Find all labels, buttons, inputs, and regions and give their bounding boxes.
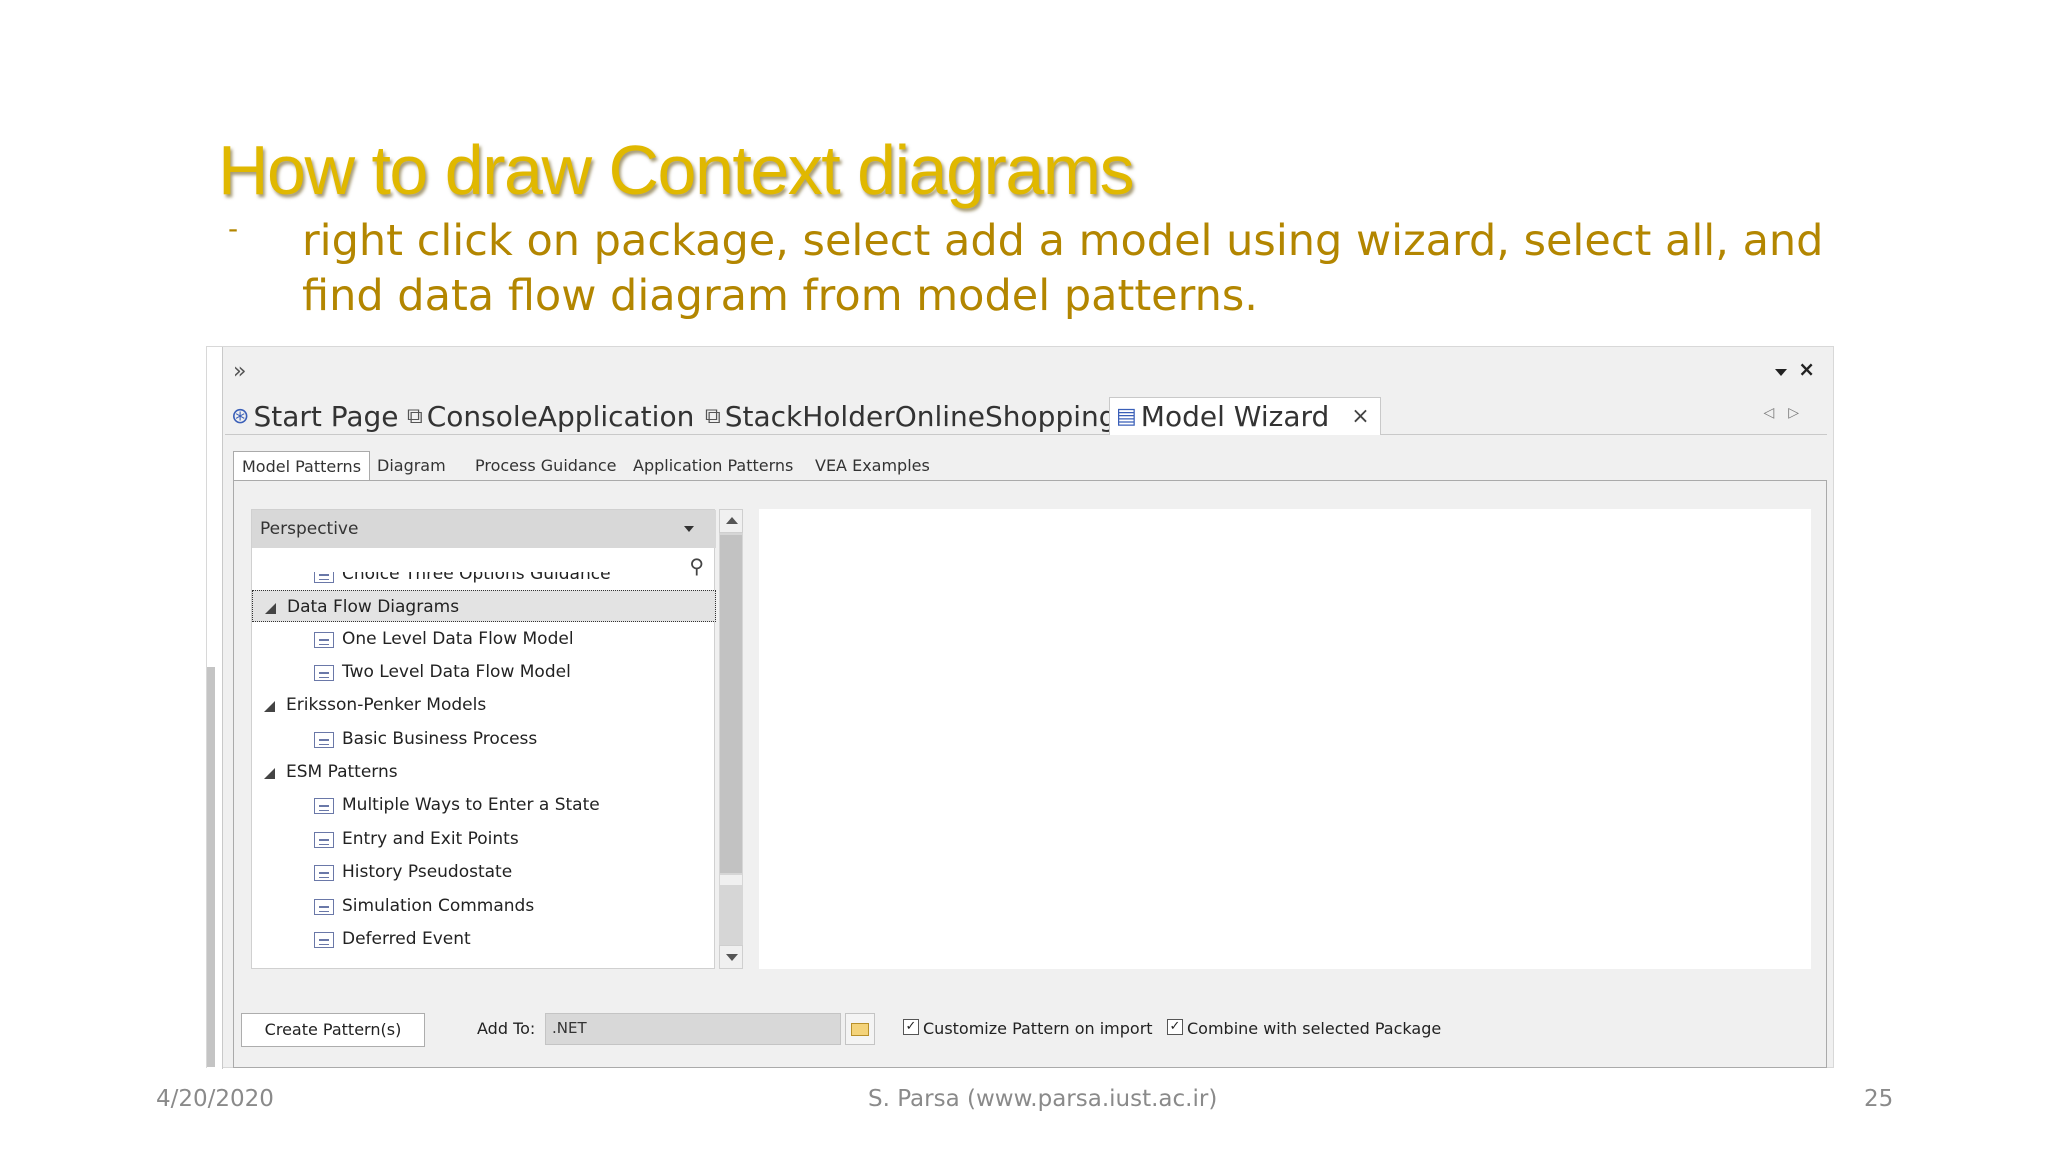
tab-vea-examples[interactable]: VEA Examples (815, 451, 930, 481)
tab-application-patterns[interactable]: Application Patterns (633, 451, 793, 481)
expanded-triangle-icon[interactable] (264, 768, 275, 779)
tree-item-simulation-commands[interactable]: Simulation Commands (252, 890, 716, 922)
pattern-icon (314, 572, 334, 583)
expanded-triangle-icon[interactable] (264, 701, 275, 712)
tree-item-choice-three-options-guidance[interactable]: Choice Three Options Guidance (252, 572, 716, 590)
perspective-dropdown[interactable]: Perspective (252, 510, 716, 548)
wizard-bottom-bar: Create Pattern(s) Add To: .NET ✓ Customi… (233, 1007, 1813, 1051)
tree-group-esm-patterns[interactable]: ESM Patterns (252, 756, 716, 788)
left-dock-strip (207, 347, 223, 1069)
folder-icon (851, 1023, 869, 1036)
scroll-down-icon[interactable] (719, 945, 743, 969)
tree-item-label: Two Level Data Flow Model (342, 662, 571, 682)
tree-group-label: ESM Patterns (286, 762, 398, 782)
tab-label: ConsoleApplication (426, 399, 695, 433)
pattern-tree: Choice Three Options Guidance Data Flow … (252, 572, 716, 968)
combine-package-checkbox[interactable]: ✓ (1167, 1019, 1183, 1035)
tab-label: Start Page (253, 399, 399, 433)
tab-model-wizard[interactable]: ▤ Model Wizard × (1109, 397, 1381, 435)
create-patterns-button[interactable]: Create Pattern(s) (241, 1013, 425, 1047)
slide-body-text: right click on package, select add a mod… (302, 216, 1824, 321)
tree-item-deferred-event[interactable]: Deferred Event (252, 923, 716, 955)
combine-package-label: Combine with selected Package (1187, 1019, 1442, 1038)
close-panel-icon[interactable]: × (1798, 357, 1815, 381)
browse-package-button[interactable] (845, 1013, 875, 1045)
tree-group-label: Data Flow Diagrams (287, 597, 460, 617)
perspective-label: Perspective (260, 519, 359, 539)
customize-pattern-checkbox[interactable]: ✓ (903, 1019, 919, 1035)
tab-model-patterns[interactable]: Model Patterns (233, 451, 371, 481)
tree-item-multiple-ways-to-enter-a-state[interactable]: Multiple Ways to Enter a State (252, 789, 716, 821)
expand-panel-icon[interactable]: » (233, 359, 246, 384)
document-tabs: ⊛ Start Page ⧉ ConsoleApplication ⧉ Stac… (225, 395, 1827, 435)
model-wizard-icon: ▤ (1116, 404, 1137, 429)
close-tab-icon[interactable]: × (1351, 404, 1369, 429)
tree-item-entry-and-exit-points[interactable]: Entry and Exit Points (252, 823, 716, 855)
tree-item-label: Simulation Commands (342, 896, 535, 916)
diagram-icon: ⧉ (407, 403, 423, 429)
tree-item-label: Multiple Ways to Enter a State (342, 795, 600, 815)
tab-diagram[interactable]: Diagram (377, 451, 446, 481)
panel-dropdown-icon[interactable] (1775, 369, 1787, 376)
tree-item-two-level-data-flow-model[interactable]: Two Level Data Flow Model (252, 656, 716, 688)
pattern-icon (314, 665, 334, 681)
tree-item-history-pseudostate[interactable]: History Pseudostate (252, 856, 716, 888)
footer-date: 4/20/2020 (156, 1086, 274, 1112)
tree-item-label: Deferred Event (342, 929, 471, 949)
tab-scroll-arrows-icon[interactable]: ◁▷ (1763, 405, 1813, 421)
slide-title: How to draw Context diagrams (218, 131, 1135, 209)
tab-label: StackHolderOnlineShopping (724, 399, 1117, 433)
scroll-thumb[interactable] (720, 535, 742, 873)
tab-start-page[interactable]: ⊛ Start Page (231, 397, 399, 435)
add-to-field[interactable]: .NET (545, 1013, 841, 1045)
diagram-icon: ⧉ (705, 403, 721, 429)
tree-item-label: History Pseudostate (342, 862, 513, 882)
model-wizard-screenshot: » × ⊛ Start Page ⧉ ConsoleApplication ⧉ … (206, 346, 1834, 1069)
bullet-marker: - (228, 212, 239, 245)
pattern-icon (314, 865, 334, 881)
tab-label: Model Wizard (1140, 400, 1330, 433)
expanded-triangle-icon[interactable] (265, 603, 276, 614)
pattern-icon (314, 632, 334, 648)
add-to-label: Add To: (477, 1019, 536, 1038)
tree-group-data-flow-diagrams[interactable]: Data Flow Diagrams (252, 590, 716, 622)
tree-item-label: One Level Data Flow Model (342, 629, 574, 649)
chevron-down-icon (684, 526, 694, 532)
tree-item-label: Basic Business Process (342, 729, 538, 749)
tree-group-label: Eriksson-Penker Models (286, 695, 487, 715)
tree-item-label: Choice Three Options Guidance (342, 572, 611, 584)
pattern-icon (314, 798, 334, 814)
pattern-preview-panel (759, 509, 1811, 969)
pattern-icon (314, 932, 334, 948)
pattern-icon (314, 732, 334, 748)
pattern-icon (314, 832, 334, 848)
panel-toolbar: » × (225, 357, 1827, 387)
pattern-icon (314, 899, 334, 915)
tab-stakeholder-online-shopping[interactable]: ⧉ StackHolderOnlineShopping (705, 397, 1117, 435)
footer-page-number: 25 (1864, 1086, 1894, 1112)
tree-scrollbar[interactable] (719, 509, 743, 969)
start-page-icon: ⊛ (231, 403, 250, 429)
tree-group-eriksson-penker-models[interactable]: Eriksson-Penker Models (252, 689, 716, 721)
tree-item-basic-business-process[interactable]: Basic Business Process (252, 723, 716, 755)
tree-item-one-level-data-flow-model[interactable]: One Level Data Flow Model (252, 623, 716, 655)
tab-console-application[interactable]: ⧉ ConsoleApplication (407, 397, 694, 435)
customize-pattern-label: Customize Pattern on import (923, 1019, 1153, 1038)
pattern-tree-panel: Perspective ⚲ Choice Three Options Guida… (251, 509, 716, 969)
footer-author: S. Parsa (www.parsa.iust.ac.ir) (868, 1086, 1218, 1112)
scroll-up-icon[interactable] (719, 509, 743, 533)
tree-item-label: Entry and Exit Points (342, 829, 519, 849)
tab-process-guidance[interactable]: Process Guidance (475, 451, 617, 481)
